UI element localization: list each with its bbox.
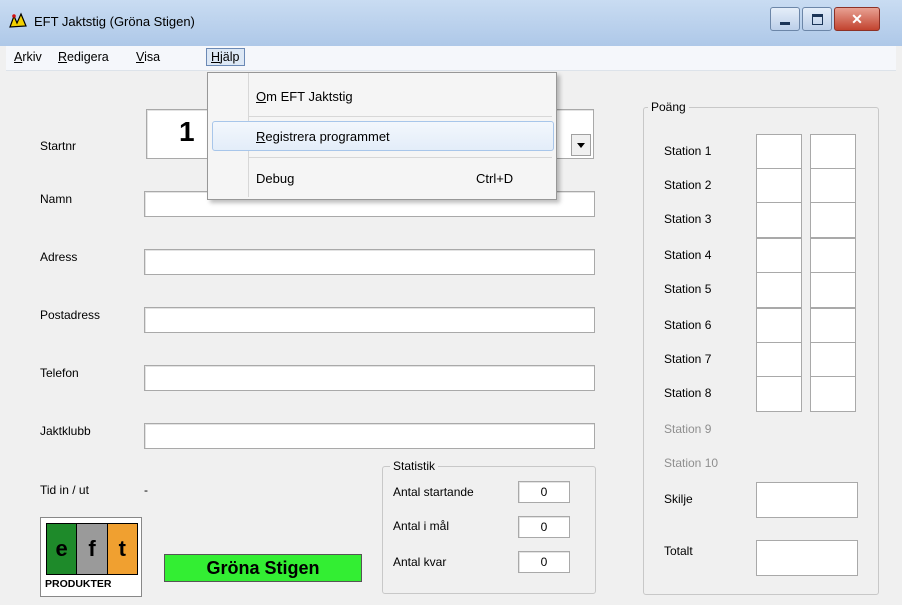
station-4-score-a[interactable] bbox=[756, 238, 802, 274]
antal-startande-label: Antal startande bbox=[393, 485, 474, 499]
menu-item-debug[interactable]: Debug bbox=[256, 171, 294, 186]
antal-kvar-value: 0 bbox=[540, 555, 548, 569]
startnr-value: 1 bbox=[179, 116, 195, 147]
station-4-label: Station 4 bbox=[664, 248, 712, 262]
poang-group: Poäng Station 1 Station 2 Station 3 Stat… bbox=[643, 100, 879, 595]
minimize-button[interactable] bbox=[770, 7, 800, 31]
menu-separator bbox=[248, 157, 552, 158]
station-1-score-b[interactable] bbox=[810, 134, 856, 170]
minimize-icon bbox=[780, 21, 790, 25]
station-3-score-b[interactable] bbox=[810, 202, 856, 238]
maximize-button[interactable] bbox=[802, 7, 832, 31]
maximize-icon bbox=[811, 13, 823, 25]
station-8-score-a[interactable] bbox=[756, 376, 802, 412]
jaktklubb-field[interactable] bbox=[144, 423, 595, 449]
station-5-score-b[interactable] bbox=[810, 272, 856, 308]
jaktklubb-label: Jaktklubb bbox=[40, 424, 91, 438]
logo-letter-t: t bbox=[107, 524, 137, 574]
station-2-label: Station 2 bbox=[664, 178, 712, 192]
station-3-score-a[interactable] bbox=[756, 202, 802, 238]
title-bar[interactable]: EFT Jaktstig (Gröna Stigen) ✕ bbox=[0, 0, 902, 46]
postadress-field[interactable] bbox=[144, 307, 595, 333]
antal-kvar-field[interactable]: 0 bbox=[518, 551, 570, 573]
station-7-label: Station 7 bbox=[664, 352, 712, 366]
startnr-dropdown-button[interactable] bbox=[571, 134, 591, 156]
station-2-score-b[interactable] bbox=[810, 168, 856, 204]
totalt-field[interactable] bbox=[756, 540, 858, 576]
antal-i-mal-field[interactable]: 0 bbox=[518, 516, 570, 538]
menu-separator bbox=[248, 116, 552, 117]
close-button[interactable]: ✕ bbox=[834, 7, 880, 31]
poang-title: Poäng bbox=[648, 100, 689, 114]
station-5-score-a[interactable] bbox=[756, 272, 802, 308]
app-logo-icon bbox=[9, 12, 27, 28]
station-9-label: Station 9 bbox=[664, 422, 712, 436]
menu-redigera[interactable]: Redigera bbox=[58, 50, 109, 64]
close-icon: ✕ bbox=[851, 10, 863, 27]
antal-startande-value: 0 bbox=[540, 485, 548, 499]
statistik-group: Statistik Antal startande 0 Antal i mål … bbox=[382, 459, 596, 594]
logo-letter-f: f bbox=[77, 524, 108, 574]
logo-subtitle: PRODUKTER bbox=[45, 578, 112, 590]
logo-letter-e: e bbox=[47, 524, 78, 574]
adress-label: Adress bbox=[40, 250, 78, 264]
station-8-label: Station 8 bbox=[664, 386, 712, 400]
menu-visa[interactable]: Visa bbox=[136, 50, 160, 64]
antal-i-mal-label: Antal i mål bbox=[393, 519, 450, 533]
menu-item-register[interactable]: Registrera programmet bbox=[256, 129, 390, 144]
station-5-label: Station 5 bbox=[664, 282, 712, 296]
help-menu-dropdown: Om EFT Jaktstig Registrera programmet De… bbox=[207, 72, 557, 200]
window-title: EFT Jaktstig (Gröna Stigen) bbox=[34, 14, 195, 29]
menu-item-about[interactable]: Om EFT Jaktstig bbox=[256, 89, 353, 104]
totalt-label: Totalt bbox=[664, 544, 693, 558]
station-6-label: Station 6 bbox=[664, 318, 712, 332]
menu-arkiv[interactable]: Arkiv bbox=[14, 50, 42, 64]
station-8-score-b[interactable] bbox=[810, 376, 856, 412]
statistik-title: Statistik bbox=[390, 459, 439, 473]
menu-item-debug-shortcut: Ctrl+D bbox=[476, 171, 514, 186]
antal-startande-field[interactable]: 0 bbox=[518, 481, 570, 503]
station-6-score-a[interactable] bbox=[756, 308, 802, 344]
station-3-label: Station 3 bbox=[664, 212, 712, 226]
skilje-label: Skilje bbox=[664, 492, 693, 506]
adress-field[interactable] bbox=[144, 249, 595, 275]
station-2-score-a[interactable] bbox=[756, 168, 802, 204]
station-6-score-b[interactable] bbox=[810, 308, 856, 344]
namn-label: Namn bbox=[40, 192, 73, 206]
menu-bar: Arkiv Redigera Visa Hjälp bbox=[6, 46, 896, 71]
station-1-label: Station 1 bbox=[664, 144, 712, 158]
tid-label: Tid in / ut bbox=[40, 483, 89, 497]
antal-kvar-label: Antal kvar bbox=[393, 555, 447, 569]
menu-hjalp[interactable]: Hjälp bbox=[206, 48, 245, 66]
station-10-label: Station 10 bbox=[664, 456, 719, 470]
antal-i-mal-value: 0 bbox=[540, 520, 548, 534]
station-4-score-b[interactable] bbox=[810, 238, 856, 274]
chevron-down-icon bbox=[577, 142, 585, 148]
track-name-banner: Gröna Stigen bbox=[164, 554, 362, 582]
station-7-score-b[interactable] bbox=[810, 342, 856, 378]
telefon-label: Telefon bbox=[40, 366, 79, 380]
telefon-field[interactable] bbox=[144, 365, 595, 391]
eft-logo: e f t PRODUKTER bbox=[40, 517, 142, 597]
skilje-field[interactable] bbox=[756, 482, 858, 518]
postadress-label: Postadress bbox=[40, 308, 101, 322]
track-name-text: Gröna Stigen bbox=[206, 557, 320, 578]
station-7-score-a[interactable] bbox=[756, 342, 802, 378]
startnr-label: Startnr bbox=[40, 139, 77, 153]
app-window: EFT Jaktstig (Gröna Stigen) ✕ Arkiv Redi… bbox=[0, 0, 902, 605]
tid-value: - bbox=[144, 483, 148, 497]
station-1-score-a[interactable] bbox=[756, 134, 802, 170]
